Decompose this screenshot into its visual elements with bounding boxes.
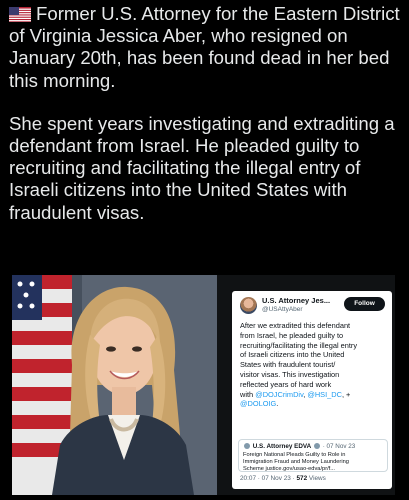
tweet-mentions-line: @DOLOIG. <box>240 399 390 409</box>
tweet-author-name[interactable]: U.S. Attorney Jes... <box>262 296 330 305</box>
portrait-photo[interactable] <box>12 275 217 495</box>
quoted-tweet-body: Foreign National Pleads Guilty to Role i… <box>243 452 385 473</box>
tweet-timestamp[interactable]: 20:07 · 07 Nov 23 · <box>240 475 296 482</box>
views-count: 572 <box>296 475 308 482</box>
quoted-tweet-header: U.S. Attorney EDVA · 07 Nov 23 <box>243 443 355 450</box>
with-text: with <box>240 389 256 399</box>
post-paragraph-1-text: Former U.S. Attorney for the Eastern Dis… <box>9 3 400 91</box>
period-text: . <box>276 399 279 409</box>
tweet-meta: 20:07 · 07 Nov 23 · 572 Views <box>240 475 326 482</box>
tweet-body-line: After we extradited this defendant <box>240 321 351 330</box>
mention-link[interactable]: @HSI_DC <box>307 390 342 399</box>
tweet-body-line: recruiting/facilitating the illegal entr… <box>240 340 358 350</box>
us-flag-icon <box>9 7 31 22</box>
avatar[interactable] <box>240 297 257 314</box>
mention-link[interactable]: @DOJCrimDiv <box>255 390 303 399</box>
verified-badge-icon <box>244 443 250 449</box>
tweet-body-line: reflected years of hard work <box>240 379 332 389</box>
quoted-tweet-date: · 07 Nov 23 <box>322 443 356 450</box>
quoted-body-line: Immigration Fraud and Money Laundering <box>243 459 349 465</box>
embedded-tweet-card[interactable]: U.S. Attorney Jes... @USAttyAber Follow … <box>232 291 392 489</box>
tweet-mentions-line: with @DOJCrimDiv, @HSI_DC, + <box>240 390 390 400</box>
mention-link[interactable]: @DOLOIG <box>240 399 276 408</box>
tweet-body-line: visitor visas. This investigation <box>240 369 340 379</box>
views-label: Views <box>307 475 326 482</box>
post-paragraph-2: She spent years investigating and extrad… <box>9 112 395 223</box>
post-paragraph-1: Former U.S. Attorney for the Eastern Dis… <box>9 3 404 92</box>
tweet-body-line: of Israeli citizens into the United <box>240 350 345 360</box>
quoted-body-line: Foreign National Pleads Guilty to Role i… <box>243 452 346 458</box>
quoted-author-name[interactable]: U.S. Attorney EDVA <box>253 443 311 450</box>
tweet-body-line: from Israel, he pleaded guilty to <box>240 330 344 340</box>
post-media[interactable]: U.S. Attorney Jes... @USAttyAber Follow … <box>12 275 395 495</box>
quoted-tweet[interactable]: U.S. Attorney EDVA · 07 Nov 23 Foreign N… <box>238 439 388 472</box>
tweet-body: After we extradited this defendant from … <box>240 321 390 409</box>
tweet-body-line: States with fraudulent tourist/ <box>240 360 336 370</box>
post-text: Former U.S. Attorney for the Eastern Dis… <box>9 3 404 224</box>
tweet-author-handle[interactable]: @USAttyAber <box>262 306 303 313</box>
portrait-illustration <box>12 275 217 495</box>
follow-button[interactable]: Follow <box>344 297 385 311</box>
quoted-body-line: Scheme justice.gov/usao-edva/pr/f... <box>243 466 335 472</box>
separator-text: , + <box>341 389 351 399</box>
verified-badge-icon <box>313 443 320 449</box>
